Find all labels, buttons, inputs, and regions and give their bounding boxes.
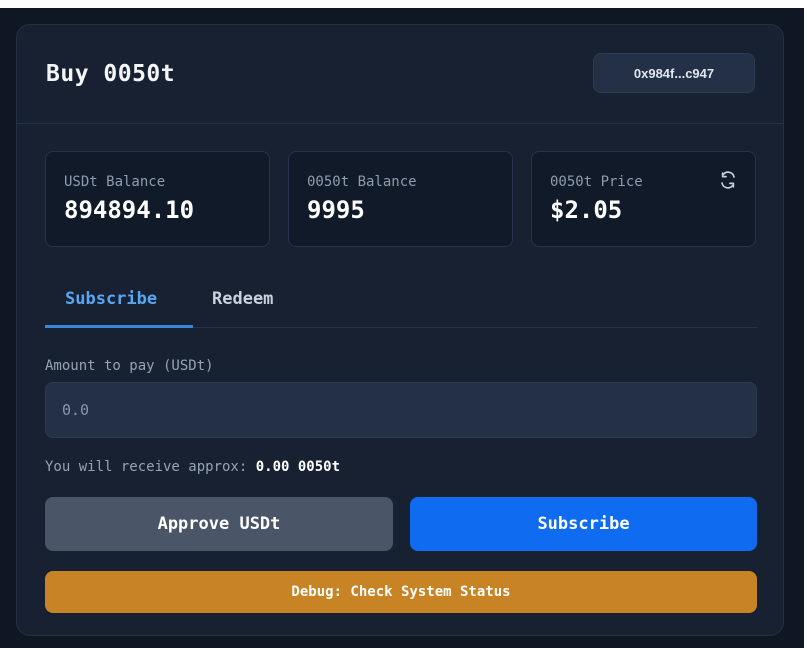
mode-tabs: Subscribe Redeem — [45, 283, 757, 328]
receive-estimate: You will receive approx: 0.00 0050t — [45, 459, 340, 475]
0050t-price-label: 0050t Price — [550, 174, 643, 190]
wallet-address-button[interactable]: 0x984f...c947 — [593, 53, 755, 93]
refresh-icon[interactable] — [719, 171, 737, 189]
usdt-balance-value: 894894.10 — [64, 196, 195, 224]
approve-usdt-button[interactable]: Approve USDt — [45, 497, 393, 551]
debug-check-status-button[interactable]: Debug: Check System Status — [45, 571, 757, 613]
amount-label: Amount to pay (USDt) — [45, 358, 214, 374]
page-title: Buy 0050t — [46, 61, 176, 87]
subscribe-button[interactable]: Subscribe — [410, 497, 757, 551]
0050t-price-value: $2.05 — [550, 196, 623, 224]
0050t-balance-value: 9995 — [307, 196, 365, 224]
active-tab-indicator — [45, 325, 193, 328]
top-border — [0, 0, 807, 8]
0050t-balance-label: 0050t Balance — [307, 174, 417, 190]
0050t-balance-card: 0050t Balance 9995 — [288, 151, 513, 247]
usdt-balance-card: USDt Balance 894894.10 — [45, 151, 270, 247]
usdt-balance-label: USDt Balance — [64, 174, 166, 190]
tab-redeem[interactable]: Redeem — [212, 289, 273, 309]
receive-label: You will receive approx: — [45, 459, 248, 475]
tab-subscribe[interactable]: Subscribe — [65, 289, 157, 309]
amount-input[interactable] — [45, 382, 757, 438]
0050t-price-card: 0050t Price $2.05 — [531, 151, 756, 247]
panel-header: Buy 0050t 0x984f...c947 — [17, 25, 783, 124]
receive-amount: 0.00 0050t — [255, 459, 341, 475]
buy-panel: Buy 0050t 0x984f...c947 USDt Balance 894… — [16, 24, 784, 636]
